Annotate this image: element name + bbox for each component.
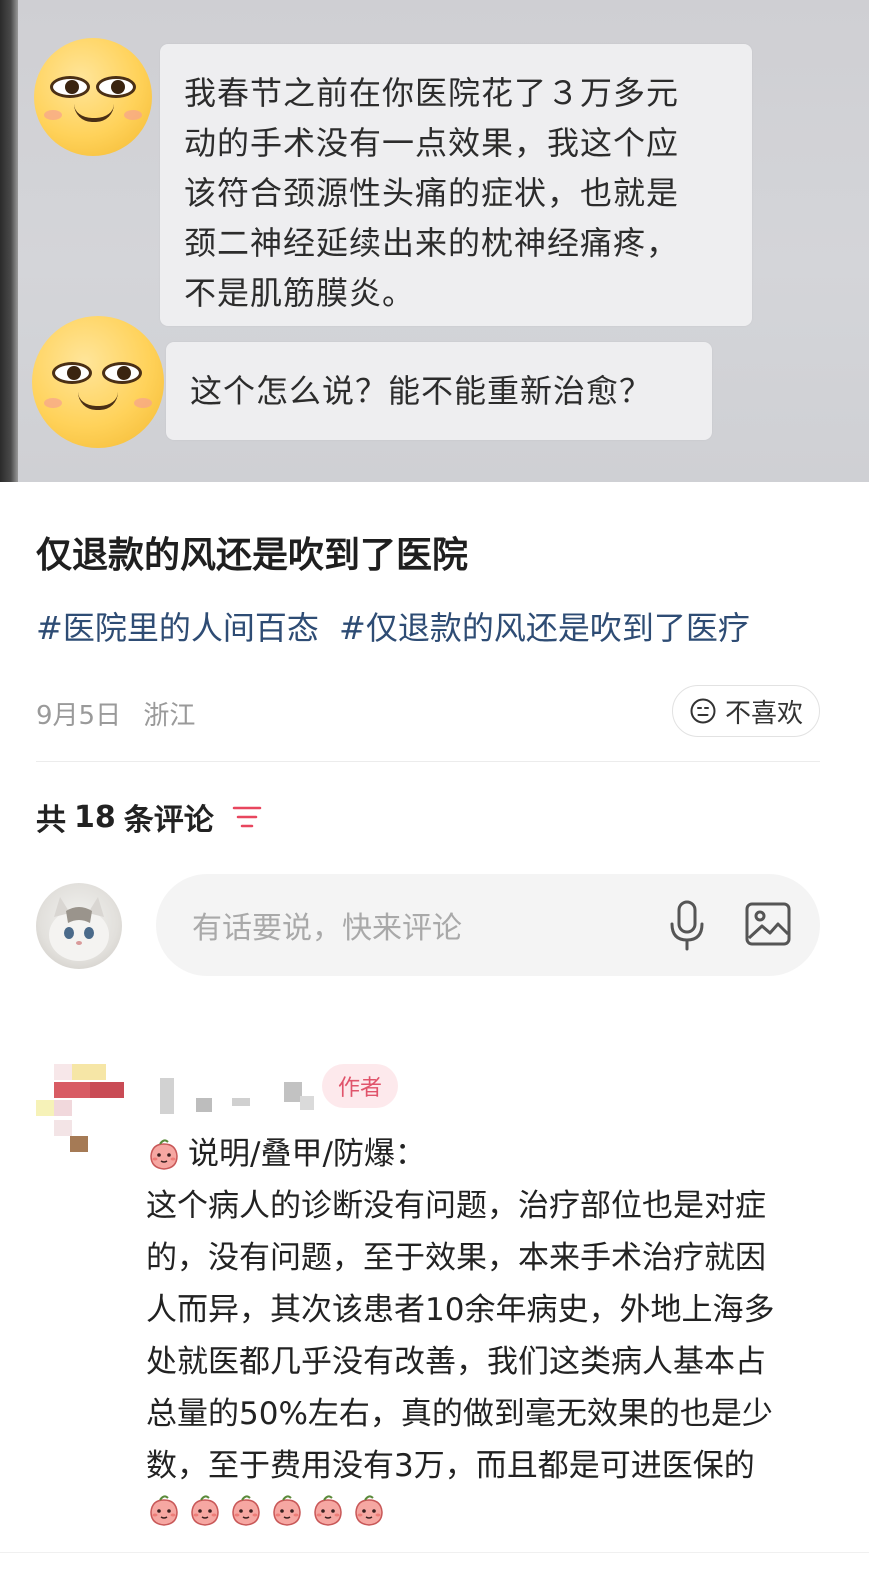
- chat-line: 这个怎么说？能不能重新治愈？: [190, 372, 653, 410]
- dislike-label: 不喜欢: [724, 698, 803, 729]
- sort-filter-icon[interactable]: [232, 804, 262, 830]
- peach-emoji-icon: [351, 1492, 387, 1528]
- current-user-avatar[interactable]: [36, 883, 122, 969]
- tag-link[interactable]: #医院里的人间百态: [36, 609, 319, 647]
- comment-count-suffix: 条评论: [123, 803, 214, 838]
- microphone-icon[interactable]: [667, 900, 707, 952]
- tag-list: #医院里的人间百态 #仅退款的风还是吹到了医疗: [36, 603, 760, 649]
- commenter-name-blurred[interactable]: [156, 1078, 316, 1116]
- comment-line: 处就医都几乎没有改善，我们这类病人基本占: [146, 1344, 766, 1380]
- post-date: 9月5日: [36, 701, 122, 731]
- image-icon[interactable]: [744, 900, 792, 948]
- peach-emoji-icon: [269, 1492, 305, 1528]
- comment-line: 这个病人的诊断没有问题，治疗部位也是对症: [146, 1188, 766, 1224]
- divider: [36, 761, 820, 762]
- neutral-face-icon: [690, 698, 716, 724]
- smiley-face-emoji-icon: [34, 38, 152, 156]
- smiley-face-emoji-icon: [32, 316, 164, 448]
- peach-emoji-icon: [310, 1492, 346, 1528]
- post-image[interactable]: 我春节之前在你医院花了３万多元 动的手术没有一点效果，我这个应 该符合颈源性头痛…: [0, 0, 869, 482]
- comment-count-number: 18: [74, 799, 116, 835]
- chat-bubble: 我春节之前在你医院花了３万多元 动的手术没有一点效果，我这个应 该符合颈源性头痛…: [160, 44, 752, 326]
- cat-avatar-icon: [49, 897, 109, 961]
- comment-input[interactable]: 有话要说，快来评论: [156, 874, 820, 976]
- emoji-row: [146, 1492, 392, 1528]
- tag-link[interactable]: #仅退款的风还是吹到了医疗: [339, 609, 750, 647]
- chat-bubble: 这个怎么说？能不能重新治愈？: [166, 342, 712, 440]
- comment-input-placeholder: 有话要说，快来评论: [192, 911, 462, 946]
- peach-emoji-icon: [228, 1492, 264, 1528]
- photo-frame-edge: [0, 0, 18, 482]
- comment-count-prefix: 共: [36, 803, 66, 838]
- peach-emoji-icon: [146, 1136, 182, 1172]
- comment-count: 共 18 条评论: [36, 795, 262, 839]
- comment-line: 总量的50%左右，真的做到毫无效果的也是少: [146, 1396, 773, 1432]
- divider: [0, 1552, 869, 1553]
- comment-lead: 说明/叠甲/防爆：: [188, 1136, 426, 1172]
- commenter-avatar[interactable]: [36, 1064, 126, 1154]
- post-meta: 9月5日 浙江: [36, 695, 195, 732]
- dislike-button[interactable]: 不喜欢: [672, 685, 820, 737]
- comment-line: 人而异，其次该患者10余年病史，外地上海多: [146, 1292, 775, 1328]
- peach-emoji-icon: [187, 1492, 223, 1528]
- post-location: 浙江: [143, 701, 196, 731]
- comment-line: 数，至于费用没有3万，而且都是可进医保的: [146, 1448, 755, 1484]
- chat-line: 我春节之前在你医院花了３万多元: [184, 74, 680, 112]
- chat-line: 该符合颈源性头痛的症状，也就是: [184, 174, 680, 212]
- peach-emoji-icon: [146, 1492, 182, 1528]
- chat-line: 动的手术没有一点效果，我这个应: [184, 124, 680, 162]
- chat-line: 不是肌筋膜炎。: [184, 274, 416, 312]
- post-title: 仅退款的风还是吹到了医院: [36, 535, 469, 576]
- author-badge: 作者: [322, 1064, 398, 1108]
- comment-text: 说明/叠甲/防爆： 这个病人的诊断没有问题，治疗部位也是对症 的，没有问题，至于…: [146, 1128, 826, 1492]
- comment-line: 的，没有问题，至于效果，本来手术治疗就因: [146, 1240, 766, 1276]
- chat-line: 颈二神经延续出来的枕神经痛疼，: [184, 224, 680, 262]
